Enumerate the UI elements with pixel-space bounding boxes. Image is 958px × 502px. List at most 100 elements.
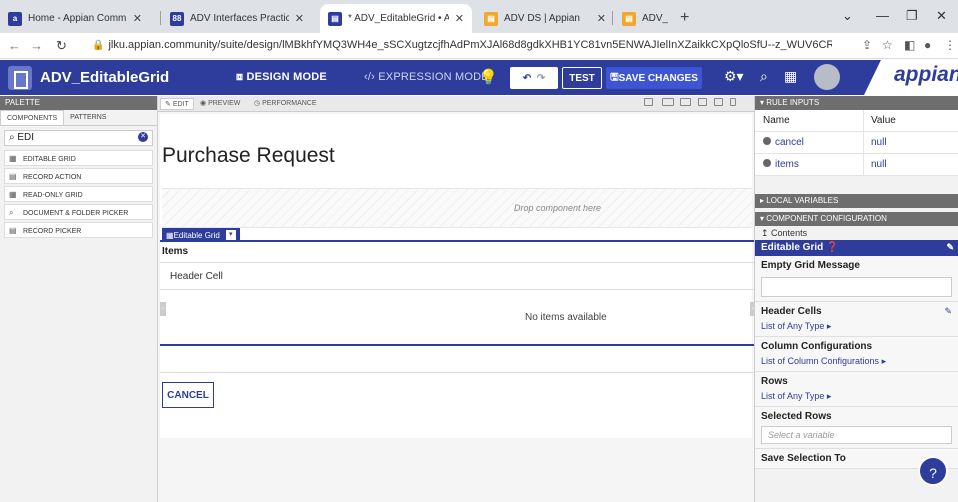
tab-label: ADV Interfaces Practice – Bui [190, 13, 289, 24]
profile-icon[interactable]: ● [924, 38, 931, 52]
palette-item-read-only-grid[interactable]: ▦ READ-ONLY GRID [4, 186, 153, 202]
tab-performance[interactable]: ◷ PERFORMANCE [250, 98, 321, 108]
tips-lightbulb-icon[interactable]: 💡 [479, 68, 498, 86]
header-cells-link[interactable]: List of Any Type ▸ [761, 321, 952, 332]
desktop-icon[interactable] [662, 98, 674, 106]
palette-item-label: RECORD ACTION [23, 174, 82, 181]
share-icon[interactable]: ⇪ [862, 38, 872, 52]
close-tab-icon[interactable]: ✕ [133, 12, 142, 25]
user-avatar[interactable] [814, 64, 840, 90]
empty-grid-message: No items available [525, 312, 607, 323]
url-field[interactable]: 🔒 jlku.appian.community/suite/design/lMBk… [92, 39, 832, 51]
tab-edit[interactable]: ✎ EDIT [160, 98, 194, 110]
properties-panel: ▾ RULE INPUTS Name Value cancel null ite… [754, 96, 958, 502]
minimize-icon[interactable]: — [876, 8, 889, 23]
fit-width-icon[interactable] [644, 98, 653, 106]
appian-logo: appian [864, 60, 958, 95]
edit-icon[interactable]: ✎ [944, 306, 952, 317]
menu-icon[interactable]: ⋮ [944, 38, 956, 52]
test-button[interactable]: TEST [562, 67, 602, 89]
rows-link[interactable]: List of Any Type ▸ [761, 391, 952, 402]
palette-item-editable-grid[interactable]: ▦ EDITABLE GRID [4, 150, 153, 166]
tablet-icon[interactable] [714, 98, 723, 106]
clear-search-icon[interactable]: ✕ [138, 132, 148, 142]
monitor-icon[interactable] [680, 98, 691, 106]
section-title: LOCAL VARIABLES [766, 196, 839, 205]
column-divider [863, 132, 864, 154]
component-config-header[interactable]: ▾ COMPONENT CONFIGURATION [755, 212, 958, 226]
empty-grid-message-input[interactable] [761, 277, 952, 297]
rule-input-value[interactable]: null [871, 137, 887, 148]
laptop-icon[interactable] [698, 98, 707, 106]
browser-tab-interfaces[interactable]: 88 ADV Interfaces Practice – Bui ✕ [162, 4, 312, 33]
column-configurations-link[interactable]: List of Column Configurations ▸ [761, 356, 952, 367]
undo-icon[interactable]: ↶ [523, 73, 531, 84]
save-changes-button[interactable]: 🖫 SAVE CHANGES [606, 67, 702, 89]
tab-patterns[interactable]: PATTERNS [64, 110, 112, 125]
maximize-icon[interactable]: ❐ [906, 8, 918, 24]
help-icon[interactable]: ❓ [826, 242, 838, 253]
address-bar: ← → ↻ 🔒 jlku.appian.community/suite/desig… [0, 33, 958, 59]
palette-title: PALETTE [0, 96, 157, 110]
link-text: List of Column Configurations [761, 356, 880, 366]
selected-rows-input[interactable]: Select a variable [761, 426, 952, 444]
canvas-toolbar: ✎ EDIT ◉ PREVIEW ◷ PERFORMANCE [158, 96, 754, 112]
redo-icon[interactable]: ↷ [537, 73, 545, 84]
resize-handle-left[interactable]: ‹ [160, 302, 166, 316]
rule-input-name[interactable]: cancel [775, 137, 804, 148]
rule-inputs-header[interactable]: ▾ RULE INPUTS [755, 96, 958, 110]
drop-zone-text: Drop component here [514, 203, 602, 213]
rule-input-value[interactable]: null [871, 159, 887, 170]
section-title: RULE INPUTS [766, 98, 820, 107]
grid-label: Items [162, 246, 189, 257]
tab-preview[interactable]: ◉ PREVIEW [196, 98, 244, 108]
new-tab-icon[interactable]: + [680, 9, 689, 27]
palette-item-label: READ-ONLY GRID [23, 192, 83, 199]
palette-search-input[interactable]: ⌕ EDI ✕ [4, 130, 153, 146]
column-header-name: Name [763, 115, 790, 126]
tab-components[interactable]: COMPONENTS [0, 110, 65, 125]
chevron-down-icon[interactable]: ▾ [225, 230, 236, 240]
forward-icon[interactable]: → [30, 38, 43, 53]
settings-gear-icon[interactable]: ⚙▾ [724, 68, 744, 85]
browser-tab-items[interactable]: ▤ ADV_Items • Appian Data Typ [614, 4, 676, 33]
local-variables-header[interactable]: ▸ LOCAL VARIABLES [755, 194, 958, 208]
palette-item-record-picker[interactable]: ▤ RECORD PICKER [4, 222, 153, 238]
search-object-icon[interactable]: ⌕ [760, 68, 768, 85]
app-header: ADV_EditableGrid ⧈ DESIGN MODE ‹/› EXPRE… [0, 60, 958, 95]
browser-tab-home[interactable]: a Home - Appian Community ✕ [0, 4, 150, 33]
undo-redo-button[interactable]: ↶ ↷ [510, 67, 558, 89]
sidebar-icon[interactable]: ◧ [904, 38, 915, 52]
bookmark-star-icon[interactable]: ☆ [882, 38, 893, 52]
browser-tab-editable-grid[interactable]: ▤ * ADV_EditableGrid • Appian ✕ [320, 4, 472, 33]
cancel-button[interactable]: CANCEL [162, 382, 214, 408]
tab-search-icon[interactable]: ⌄ [842, 8, 853, 24]
drop-zone[interactable]: Drop component here [162, 188, 752, 228]
browser-tab-ds[interactable]: ▤ ADV DS | Appian ✕ [476, 4, 614, 33]
close-tab-icon[interactable]: ✕ [597, 12, 606, 25]
prop-label: Rows [761, 376, 788, 387]
reload-icon[interactable]: ↻ [56, 38, 67, 54]
editable-grid[interactable]: Items Header Cell No items available ‹ › [160, 240, 756, 346]
lock-icon: 🔒 [92, 40, 105, 51]
edit-icon[interactable]: ✎ [946, 242, 954, 253]
table-row[interactable]: cancel null [755, 132, 958, 154]
expression-mode-button[interactable]: ‹/› EXPRESSION MODE [364, 71, 489, 83]
back-icon[interactable]: ← [8, 38, 21, 53]
contents-breadcrumb[interactable]: ↥ Contents [755, 226, 958, 240]
apps-grid-icon[interactable]: ▦ [784, 68, 797, 85]
table-row[interactable]: items null [755, 154, 958, 176]
design-mode-button[interactable]: ⧈ DESIGN MODE [236, 71, 327, 84]
palette-item-label: RECORD PICKER [23, 228, 82, 235]
close-tab-icon[interactable]: ✕ [295, 12, 304, 25]
link-text: List of Any Type [761, 391, 825, 401]
close-window-icon[interactable]: ✕ [936, 8, 947, 24]
divider [160, 372, 756, 373]
rule-input-name[interactable]: items [775, 159, 799, 170]
tab-label: * ADV_EditableGrid • Appian [348, 13, 449, 24]
phone-icon[interactable] [730, 98, 736, 106]
palette-item-document-folder-picker[interactable]: ⌕ DOCUMENT & FOLDER PICKER [4, 204, 153, 220]
palette-item-record-action[interactable]: ▤ RECORD ACTION [4, 168, 153, 184]
close-tab-icon[interactable]: ✕ [455, 12, 464, 25]
help-question-icon[interactable]: ? [918, 456, 948, 486]
